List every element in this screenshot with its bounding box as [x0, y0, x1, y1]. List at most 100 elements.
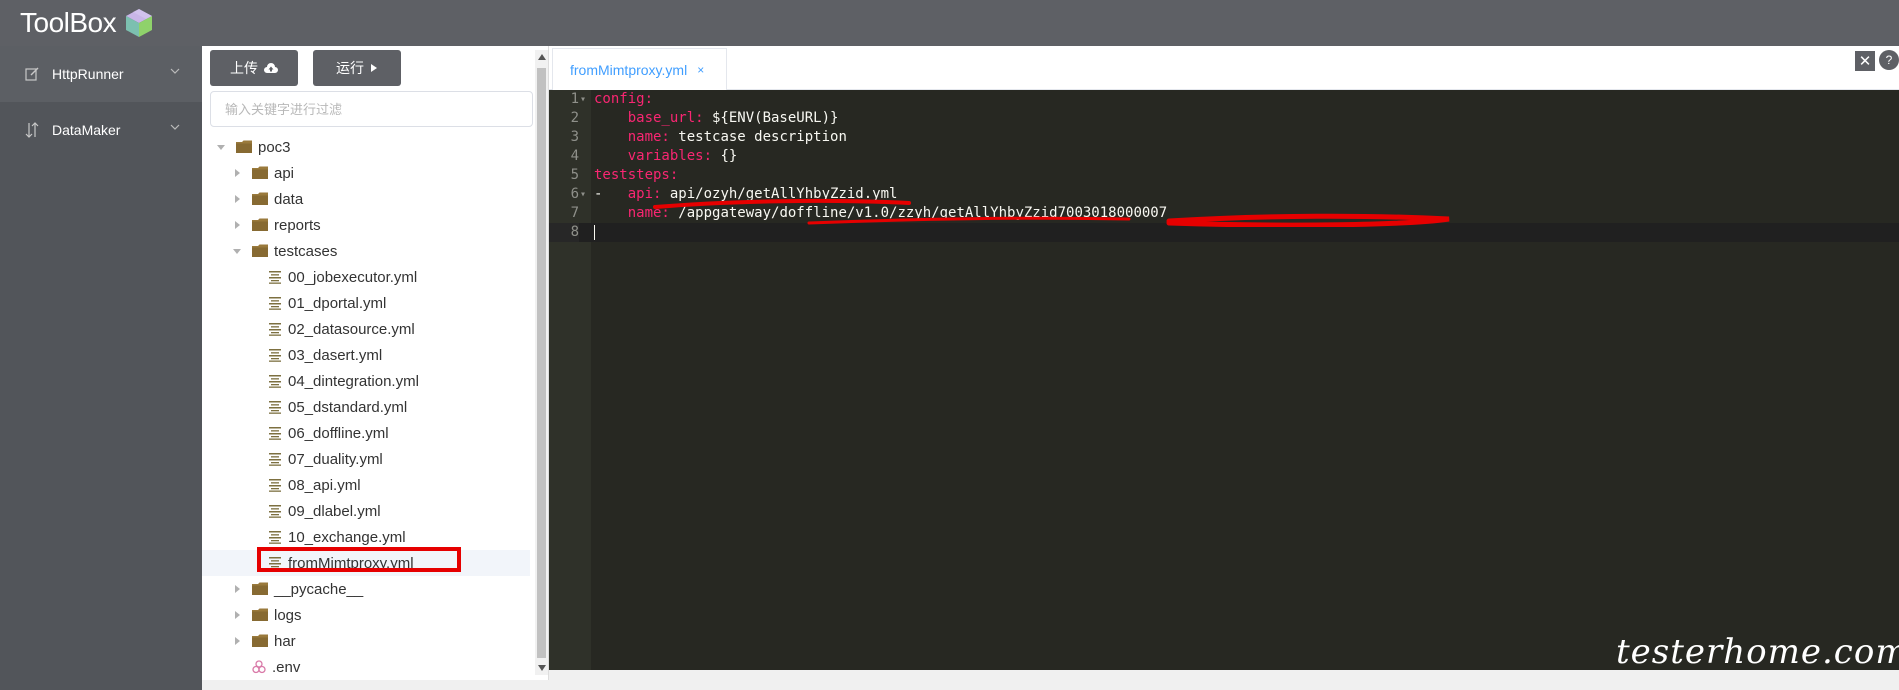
- sort-icon: [24, 122, 40, 138]
- code-text: variables: {}: [594, 147, 738, 166]
- code-line[interactable]: 1 ▾ config:: [549, 90, 1899, 109]
- caret-right-icon[interactable]: [230, 218, 244, 232]
- tab-close-icon[interactable]: ×: [697, 63, 704, 77]
- code-indent: -: [594, 186, 628, 202]
- tree-file[interactable]: 07_duality.yml: [202, 446, 530, 472]
- app-brand[interactable]: ToolBox: [20, 6, 156, 40]
- tree-node-label: 08_api.yml: [288, 476, 361, 494]
- upload-button-label: 上传: [230, 60, 258, 76]
- tree-node-label: __pycache__: [274, 580, 364, 598]
- chevron-down-icon: [170, 68, 180, 74]
- caret-right-icon[interactable]: [230, 166, 244, 180]
- tree-node-label: 02_datasource.yml: [288, 320, 415, 338]
- sidebar-item-label: DataMaker: [52, 122, 121, 138]
- code-editor[interactable]: 1 ▾ config: 2 base_url: ${ENV(BaseURL)} 3 na…: [549, 90, 1899, 670]
- code-key: name:: [627, 129, 670, 145]
- sidebar-item-datamaker[interactable]: DataMaker: [0, 102, 202, 158]
- tree-folder[interactable]: reports: [202, 212, 530, 238]
- code-line[interactable]: 6 ▾ - api: api/ozyh/getAllYhbyZzid.yml: [549, 185, 1899, 204]
- tree-file[interactable]: .env: [202, 654, 530, 680]
- scrollbar-thumb[interactable]: [537, 68, 546, 658]
- tree-file[interactable]: 00_jobexecutor.yml: [202, 264, 530, 290]
- code-line[interactable]: 5 teststeps:: [549, 166, 1899, 185]
- app-title: ToolBox: [20, 7, 117, 38]
- upload-button[interactable]: 上传: [210, 50, 298, 86]
- tree-folder[interactable]: har: [202, 628, 530, 654]
- play-icon: [370, 63, 378, 73]
- tree-node-label: api: [274, 164, 295, 182]
- folder-icon: [252, 166, 268, 179]
- tree-folder[interactable]: api: [202, 160, 530, 186]
- caret-down-icon[interactable]: [230, 244, 244, 258]
- line-number: 8: [549, 223, 579, 242]
- document-icon: [269, 505, 281, 518]
- app-root: ToolBox HttpRunner DataMaker 上传 运行 输入关键字…: [0, 0, 1899, 690]
- caret-right-icon[interactable]: [230, 582, 244, 596]
- chevron-down-icon: [170, 124, 180, 130]
- document-icon: [269, 453, 281, 466]
- folder-open-icon: [252, 244, 268, 257]
- tree-file[interactable]: 03_dasert.yml: [202, 342, 530, 368]
- tree-file[interactable]: 06_doffline.yml: [202, 420, 530, 446]
- tree-node-poc3[interactable]: poc3: [202, 134, 530, 160]
- tree-node-label: 03_dasert.yml: [288, 346, 383, 364]
- caret-right-icon[interactable]: [230, 634, 244, 648]
- code-line[interactable]: 3 name: testcase description: [549, 128, 1899, 147]
- document-icon: [269, 557, 281, 570]
- scroll-up-arrow-icon[interactable]: [538, 54, 546, 60]
- editor-area: fromMimtproxy.yml × ✕ ? 1 ▾ config: 2 base_…: [549, 46, 1899, 690]
- tree-file[interactable]: 02_datasource.yml: [202, 316, 530, 342]
- tree-file[interactable]: 08_api.yml: [202, 472, 530, 498]
- document-icon: [269, 349, 281, 362]
- code-line[interactable]: 7 name: /appgateway/doffline/v1.0/zzyh/g…: [549, 204, 1899, 223]
- edit-icon: [24, 66, 40, 82]
- editor-tabs: fromMimtproxy.yml × ✕ ?: [549, 46, 1899, 90]
- tree-node-label: testcases: [274, 242, 338, 260]
- tree-file[interactable]: 09_dlabel.yml: [202, 498, 530, 524]
- sidebar-item-httprunner[interactable]: HttpRunner: [0, 46, 202, 102]
- tree-node-label: 10_exchange.yml: [288, 528, 406, 546]
- help-button[interactable]: ?: [1879, 50, 1899, 70]
- tree-node-label: 04_dintegration.yml: [288, 372, 419, 390]
- cube-logo-icon: [126, 9, 153, 37]
- caret-right-icon[interactable]: [230, 192, 244, 206]
- tree-file[interactable]: 10_exchange.yml: [202, 524, 530, 550]
- close-editor-button[interactable]: ✕: [1855, 51, 1875, 71]
- code-text: - api: api/ozyh/getAllYhbyZzid.yml: [594, 185, 897, 204]
- fold-arrow-icon[interactable]: ▾: [580, 90, 586, 109]
- caret-right-icon[interactable]: [230, 608, 244, 622]
- tree-node-label: 06_doffline.yml: [288, 424, 389, 442]
- document-icon: [269, 401, 281, 414]
- code-value: {}: [712, 148, 738, 164]
- tree-node-label: logs: [274, 606, 302, 624]
- tree-file[interactable]: 04_dintegration.yml: [202, 368, 530, 394]
- code-line[interactable]: 4 variables: {}: [549, 147, 1899, 166]
- tab-frommimtproxy[interactable]: fromMimtproxy.yml ×: [552, 48, 727, 90]
- code-line[interactable]: 2 base_url: ${ENV(BaseURL)}: [549, 109, 1899, 128]
- filter-input[interactable]: [210, 91, 533, 127]
- editor-horizontal-scrollbar[interactable]: [549, 670, 1899, 690]
- sidebar: HttpRunner DataMaker: [0, 46, 202, 690]
- tree-folder[interactable]: logs: [202, 602, 530, 628]
- tree-folder[interactable]: data: [202, 186, 530, 212]
- run-button[interactable]: 运行: [313, 50, 401, 86]
- tree-file[interactable]: 05_dstandard.yml: [202, 394, 530, 420]
- code-key: config:: [594, 91, 654, 107]
- file-panel-scrollbar[interactable]: [535, 50, 548, 675]
- tree-folder[interactable]: testcases: [202, 238, 530, 264]
- tree-folder[interactable]: __pycache__: [202, 576, 530, 602]
- line-number: 3: [570, 129, 579, 145]
- fold-arrow-icon[interactable]: ▾: [580, 185, 586, 204]
- caret-down-icon[interactable]: [214, 140, 228, 154]
- scroll-down-arrow-icon[interactable]: [538, 665, 546, 671]
- line-number: 5: [570, 167, 579, 183]
- code-text: name: /appgateway/doffline/v1.0/zzyh/get…: [594, 204, 1167, 223]
- tree-file[interactable]: fromMimtproxy.yml: [202, 550, 530, 576]
- tree-file[interactable]: 01_dportal.yml: [202, 290, 530, 316]
- sidebar-item-label: HttpRunner: [52, 66, 124, 82]
- code-line[interactable]: 8: [549, 223, 1899, 242]
- tree-node-label: fromMimtproxy.yml: [288, 554, 414, 572]
